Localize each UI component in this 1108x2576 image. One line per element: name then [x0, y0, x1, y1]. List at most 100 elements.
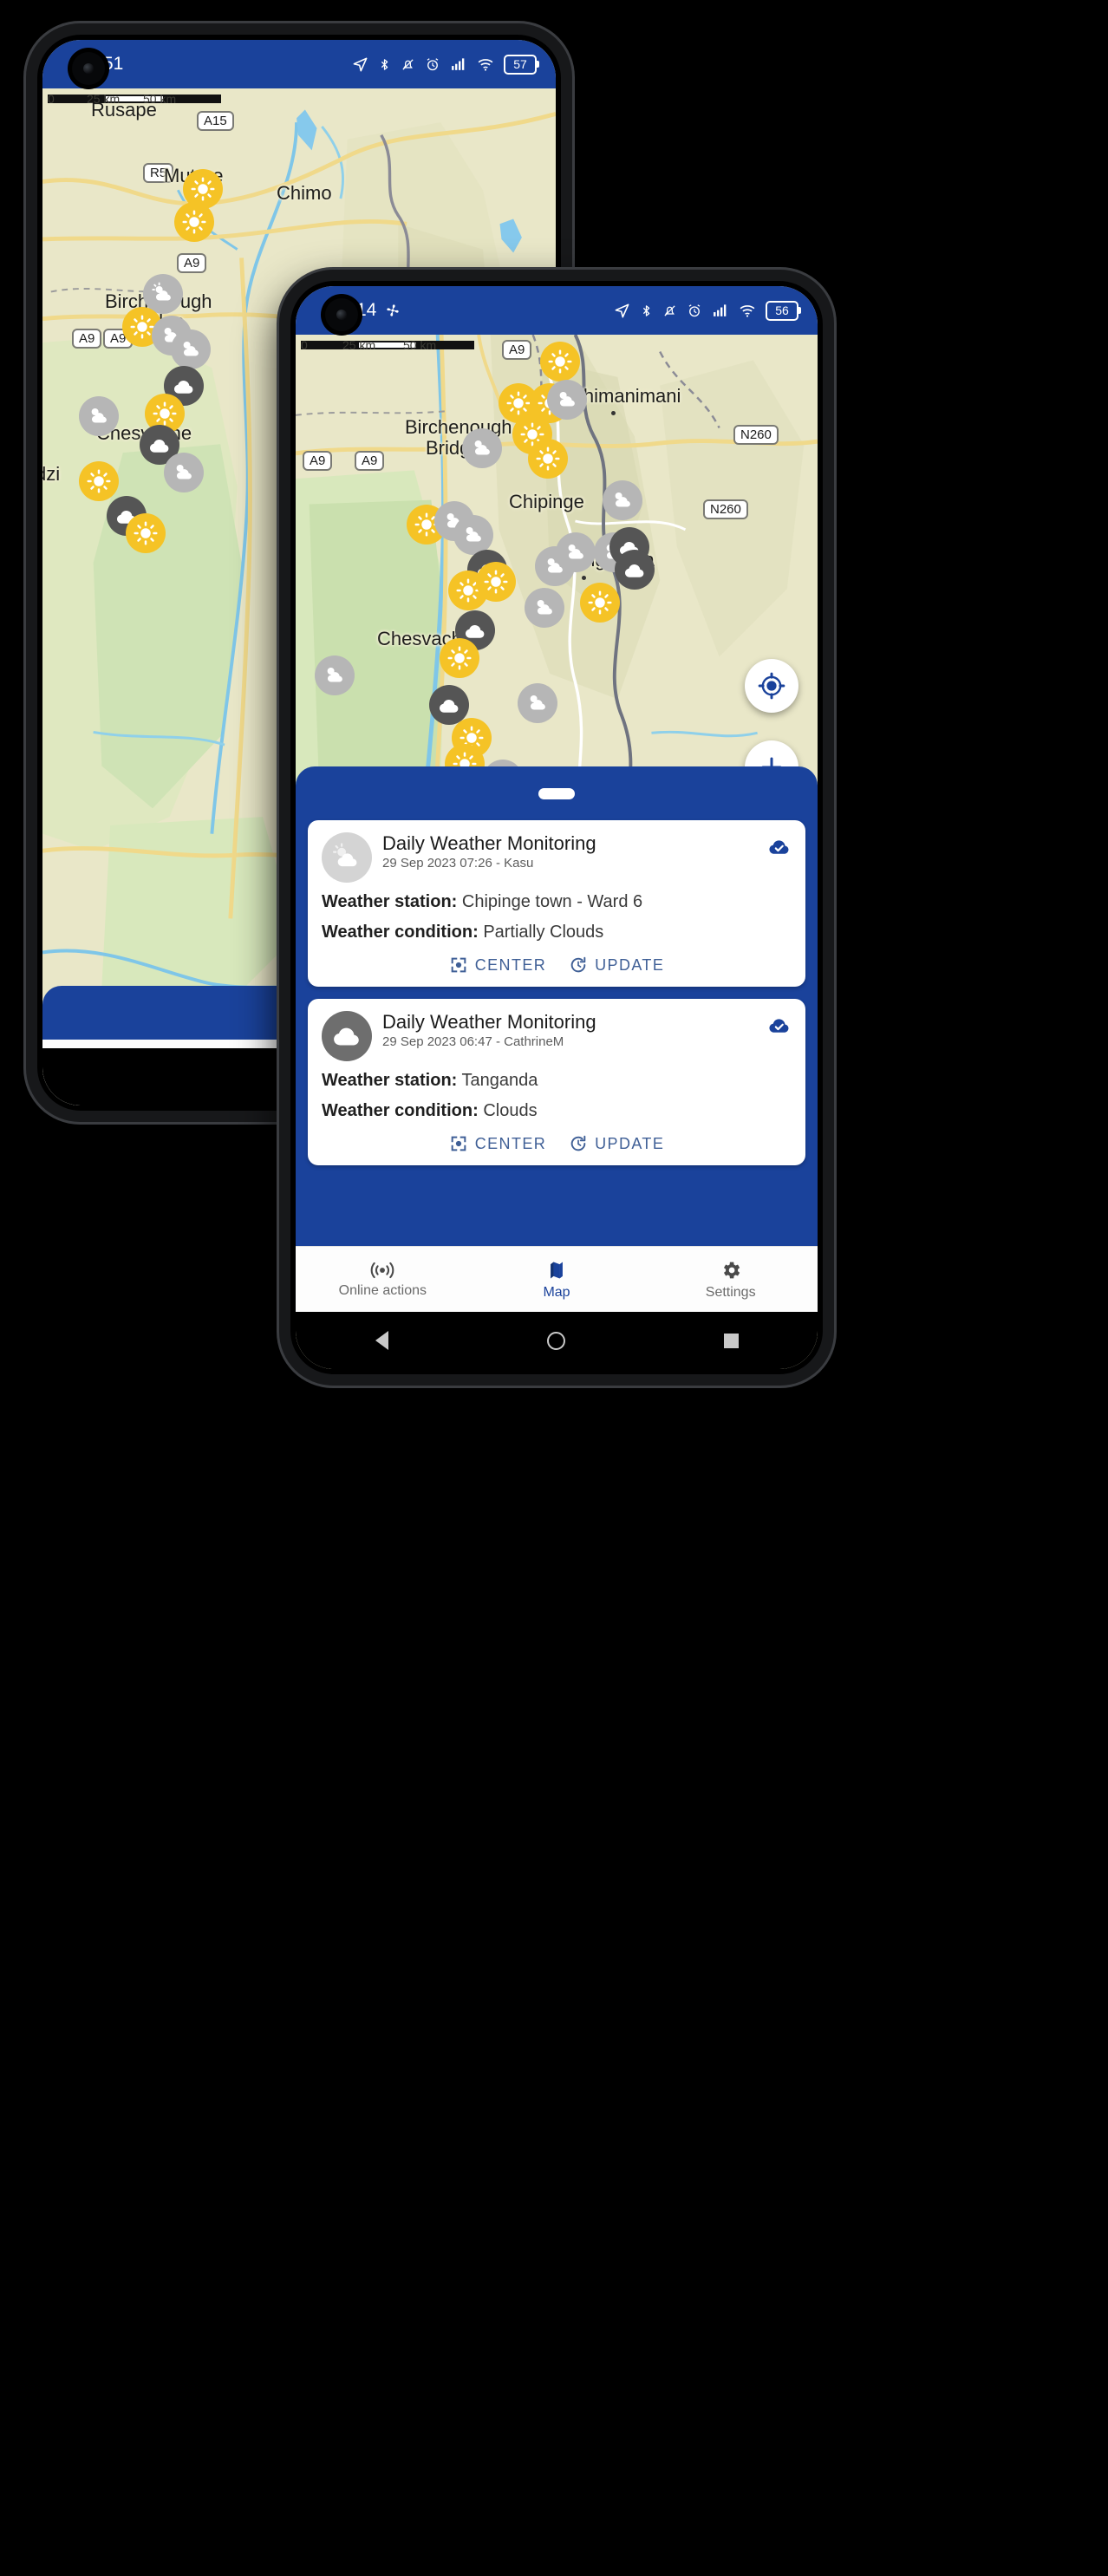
alarm-icon [688, 303, 701, 316]
partly-cloudy-icon [91, 408, 107, 423]
partly-cloudy-icon [568, 545, 583, 559]
status-bar-icons-back: 57 [352, 54, 539, 75]
weather-record-card[interactable]: Daily Weather Monitoring 29 Sep 2023 07:… [308, 820, 805, 987]
nav-item-map[interactable]: Map [470, 1247, 644, 1312]
sun-icon [506, 391, 531, 415]
update-label: UPDATE [595, 955, 665, 974]
partly-cloudy-icon [537, 600, 552, 615]
battery-indicator-back: 57 [504, 54, 539, 75]
weather-station-value: Tanganda [461, 1071, 538, 1090]
map-place-label: Chipinge [509, 491, 584, 512]
recents-square-icon[interactable] [723, 1333, 739, 1348]
weather-pin-sun[interactable] [79, 461, 119, 501]
weather-record-card[interactable]: Daily Weather Monitoring 29 Sep 2023 06:… [308, 999, 805, 1165]
map-place-label: dzi [42, 463, 61, 485]
weather-pin-partly-cloudy[interactable] [79, 396, 119, 436]
signal-icon [452, 57, 465, 70]
card-actions: CENTER UPDATE [322, 1134, 792, 1158]
weather-pin-cloudy[interactable] [615, 550, 655, 590]
wifi-icon [478, 58, 493, 71]
update-label: UPDATE [595, 1134, 665, 1152]
nav-item-settings[interactable]: Settings [643, 1247, 818, 1312]
partly-cloudy-icon [152, 282, 171, 301]
sheet-handle-wrap[interactable] [296, 766, 818, 820]
road-shield: N260 [733, 425, 779, 445]
weather-pin-partly-cloudy[interactable] [525, 588, 564, 628]
sun-icon [87, 469, 111, 493]
scale-bar-graphic-back [48, 95, 221, 103]
nav-label-map: Map [543, 1284, 570, 1300]
center-label: CENTER [474, 955, 547, 974]
scale-zero-back: 0 [48, 92, 55, 106]
weather-pin-sun[interactable] [440, 638, 479, 678]
weather-pin-partly-cloudy[interactable] [547, 380, 587, 420]
weather-station-label: Weather station: [322, 1071, 458, 1090]
wifi-icon [740, 304, 755, 317]
center-button[interactable]: CENTER [449, 1134, 546, 1153]
phone-bezel-front: 14 56 0 25 km 50 km A9 N260 A9 A9 N260 C… [290, 281, 823, 1374]
sun-icon [588, 590, 612, 615]
phone-screen-front: 14 56 0 25 km 50 km A9 N260 A9 A9 N260 C… [296, 286, 818, 1369]
home-circle-icon[interactable] [546, 1331, 565, 1350]
weather-pin-partly-cloudy[interactable] [315, 655, 355, 695]
partly-cloudy-icon [176, 465, 192, 479]
weather-pin-sun[interactable] [126, 513, 166, 553]
update-refresh-icon [570, 1135, 586, 1151]
weather-condition-value: Clouds [483, 1101, 538, 1120]
avatar [322, 1011, 372, 1061]
sun-icon [182, 210, 206, 234]
drag-handle[interactable] [538, 787, 575, 799]
sun-icon [191, 177, 215, 201]
mute-bell-icon [402, 58, 414, 70]
update-button[interactable]: UPDATE [569, 1134, 664, 1153]
signal-icon [714, 303, 727, 316]
navigation-icon [615, 303, 629, 317]
card-subtitle: 29 Sep 2023 07:26 - Kasu [382, 856, 534, 871]
weather-pin-sun[interactable] [580, 583, 620, 623]
phone-device-front: 14 56 0 25 km 50 km A9 N260 A9 A9 N260 C… [279, 270, 834, 1386]
weather-pin-partly-cloudy[interactable] [556, 532, 596, 572]
weather-pin-partly-cloudy[interactable] [462, 428, 502, 468]
front-camera-punchhole-front [325, 298, 358, 331]
back-triangle-icon[interactable] [375, 1331, 388, 1350]
card-actions: CENTER UPDATE [322, 955, 792, 980]
cloud-icon [174, 381, 193, 394]
weather-pin-partly-cloudy[interactable] [164, 453, 204, 492]
road-shield: A9 [72, 329, 102, 349]
weather-pin-partly-cloudy[interactable] [603, 480, 642, 520]
center-button[interactable]: CENTER [449, 955, 546, 975]
card-head: Daily Weather Monitoring 29 Sep 2023 06:… [382, 1011, 792, 1049]
card-subtitle: 29 Sep 2023 06:47 - CathrineM [382, 1034, 564, 1050]
mute-bell-icon [664, 304, 675, 316]
status-bar-icons-front: 56 [614, 300, 801, 321]
cloud-icon [334, 1027, 359, 1046]
sun-icon [484, 570, 508, 594]
nav-item-online-actions[interactable]: Online actions [296, 1247, 470, 1312]
bluetooth-icon [381, 58, 388, 70]
weather-pin-sun[interactable] [174, 202, 214, 242]
weather-pin-partly-cloudy[interactable] [171, 329, 211, 369]
update-refresh-icon [570, 956, 586, 973]
sun-icon [548, 349, 572, 374]
weather-pin-sun[interactable] [528, 439, 568, 479]
weather-pin-sun[interactable] [540, 342, 580, 382]
screenshot-stage: 51 57 0 25 km 50 km A15 R5 A9 A9 A9 Rusa… [0, 0, 1108, 2576]
weather-records-bottom-sheet[interactable]: Daily Weather Monitoring 29 Sep 2023 07:… [296, 766, 818, 1303]
road-shield: A9 [502, 340, 532, 360]
card-header: Daily Weather Monitoring 29 Sep 2023 07:… [322, 832, 792, 883]
road-shield: A15 [197, 111, 234, 131]
partly-cloudy-icon [530, 695, 545, 710]
weather-pin-partly-cloudy[interactable] [518, 683, 557, 723]
my-location-icon [758, 672, 785, 700]
my-location-fab[interactable] [745, 659, 798, 713]
partly-cloudy-icon [183, 342, 199, 356]
weather-station-row: Weather station: Chipinge town - Ward 6 [322, 891, 792, 913]
cloud-icon [625, 564, 644, 577]
scale-bar-graphic-front [301, 341, 474, 349]
road-shield: A9 [177, 253, 207, 273]
cloud-done-icon [767, 837, 792, 860]
update-button[interactable]: UPDATE [569, 955, 664, 975]
road-shield: A9 [303, 451, 333, 471]
weather-pin-sun[interactable] [476, 562, 516, 602]
weather-condition-label: Weather condition: [322, 923, 479, 942]
